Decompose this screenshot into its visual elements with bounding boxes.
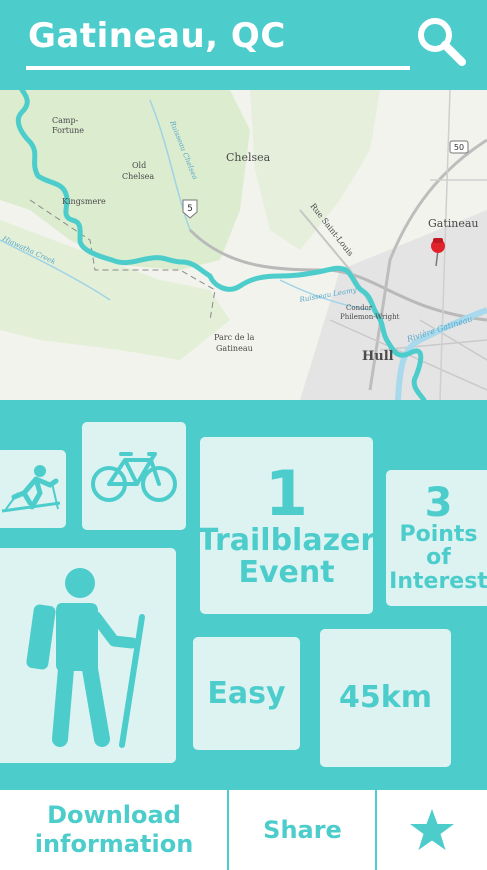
download-information-button[interactable]: Download information: [0, 790, 228, 870]
footer-bar: Download information Share: [0, 790, 487, 870]
map-label-condor-1: Condor: [346, 304, 373, 312]
difficulty-value: Easy: [207, 675, 286, 711]
favorite-button[interactable]: [377, 790, 487, 870]
map-label-kingsmere: Kingsmere: [62, 197, 106, 206]
poi-label-1: Points: [399, 522, 478, 548]
map-label-condor-2: Philemon-Wright: [340, 313, 400, 321]
map-label-gatineau: Gatineau: [428, 217, 479, 230]
download-label-2: information: [34, 830, 194, 858]
trailblazer-tile[interactable]: 1 Trailblazer Event: [197, 437, 376, 614]
map-label-old-chelsea-2: Chelsea: [122, 172, 154, 181]
cross-country-skiing-icon: [1, 465, 61, 513]
svg-text:50: 50: [454, 143, 464, 152]
trailblazer-label: Trailblazer: [197, 523, 376, 558]
trail-stats: 1 Trailblazer Event 3 Points of Interest…: [0, 400, 487, 790]
star-icon: [410, 809, 454, 850]
points-of-interest-tile[interactable]: 3 Points of Interest: [386, 470, 487, 606]
map-label-camp-fortune-1: Camp-: [52, 116, 79, 125]
title-underline: [26, 66, 410, 70]
poi-count: 3: [424, 480, 453, 527]
poi-label-3: Interest: [389, 568, 487, 594]
location-title[interactable]: Gatineau, QC: [28, 16, 286, 56]
share-label: Share: [263, 815, 342, 844]
distance-value: 45km: [339, 680, 432, 716]
hiker-icon: [26, 567, 145, 748]
route-50-shield: 50: [449, 140, 469, 154]
svg-text:5: 5: [187, 204, 193, 214]
bicycle-icon: [91, 452, 177, 502]
search-icon[interactable]: [414, 14, 468, 68]
map-label-parc-1: Parc de la: [214, 333, 255, 342]
share-button[interactable]: Share: [229, 790, 376, 870]
map-label-old-chelsea-1: Old: [132, 161, 146, 170]
map-label-parc-2: Gatineau: [216, 344, 253, 353]
trailblazer-count: 1: [264, 457, 309, 530]
trailblazer-label-2: Event: [238, 554, 335, 590]
map-label-chelsea: Chelsea: [226, 151, 271, 164]
map-label-camp-fortune-2: Fortune: [52, 126, 84, 135]
poi-label-2: of: [426, 545, 451, 571]
difficulty-tile[interactable]: Easy: [193, 637, 300, 750]
cycling-tile[interactable]: [82, 422, 186, 530]
header: Gatineau, QC: [0, 0, 487, 90]
map-label-hull: Hull: [362, 349, 394, 364]
hiking-tile[interactable]: [0, 548, 176, 763]
distance-tile[interactable]: 45km: [320, 629, 451, 767]
skiing-tile[interactable]: [0, 450, 66, 528]
trail-map[interactable]: 5 50 Camp- Fortune Old Chelsea Kingsmere…: [0, 90, 487, 400]
download-label-1: Download: [47, 801, 181, 830]
